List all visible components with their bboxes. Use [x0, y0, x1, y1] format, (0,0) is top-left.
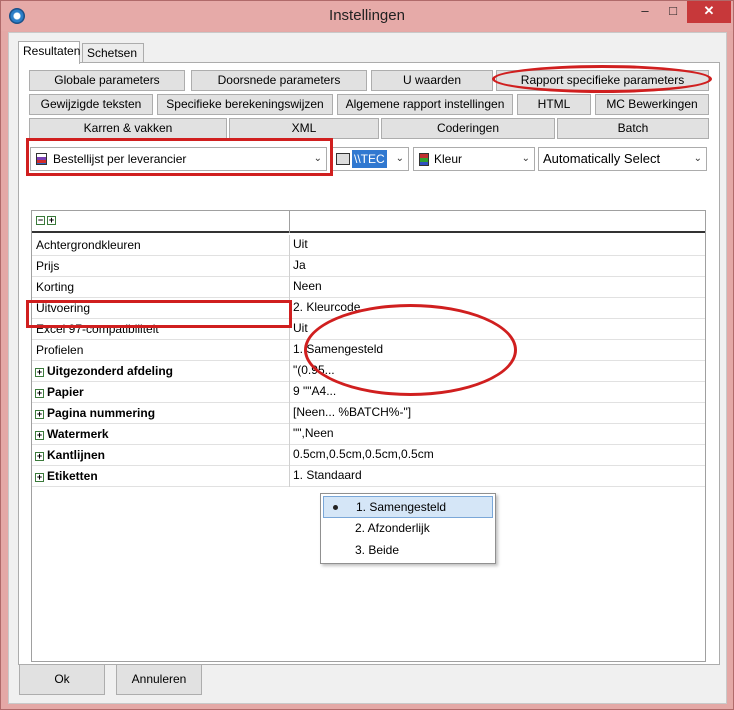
grid-group-row[interactable]: + Papier 9 ""A4...	[32, 382, 705, 403]
dropdown-option-afzonderlijk[interactable]: 2. Afzonderlijk	[323, 518, 493, 540]
collapse-all-icon[interactable]: −	[36, 216, 45, 225]
printer-select[interactable]: \\TEC ⌄	[331, 147, 409, 171]
grid-group-row[interactable]: + Pagina nummering [Neen... %BATCH%-"]	[32, 403, 705, 424]
html-button[interactable]: HTML	[517, 94, 591, 115]
grid-row[interactable]: Uitvoering 2. Kleurcode	[32, 298, 705, 319]
ok-button[interactable]: Ok	[19, 664, 105, 695]
dropdown-option-beide[interactable]: 3. Beide	[323, 540, 493, 562]
grid-row[interactable]: Prijs Ja	[32, 256, 705, 277]
report-select-value: Bestellijst per leverancier	[53, 152, 187, 166]
cancel-button[interactable]: Annuleren	[116, 664, 202, 695]
karren-vakken-button[interactable]: Karren & vakken	[29, 118, 227, 139]
profielen-dropdown-list: 1. Samengesteld 2. Afzonderlijk 3. Beide	[320, 493, 496, 564]
grid-group-row[interactable]: + Watermerk "",Neen	[32, 424, 705, 445]
row-value[interactable]: Ja	[293, 258, 698, 272]
row-key: Uitvoering	[36, 301, 91, 315]
selected-bullet-icon	[333, 505, 338, 510]
tab-panel-resultaten: Globale parameters Doorsnede parameters …	[18, 62, 720, 665]
auto-select-value: Automatically Select	[543, 151, 661, 166]
row-key: Papier	[47, 385, 84, 399]
expand-icon[interactable]: +	[35, 368, 44, 377]
title-bar: Instellingen – □ ✕	[1, 1, 733, 31]
expand-all-icon[interactable]: +	[47, 216, 56, 225]
chevron-down-icon: ⌄	[395, 153, 404, 164]
chevron-down-icon: ⌄	[521, 153, 530, 164]
specifieke-berekeningswijzen-button[interactable]: Specifieke berekeningswijzen	[157, 94, 333, 115]
grid-row-profielen[interactable]: Profielen 1. Samengesteld	[32, 340, 705, 361]
doorsnede-parameters-button[interactable]: Doorsnede parameters	[191, 70, 367, 91]
row-key: Kantlijnen	[47, 448, 106, 462]
row-key: Uitgezonderd afdeling	[47, 364, 173, 378]
row-value[interactable]: 1. Samengesteld	[293, 342, 698, 356]
chevron-down-icon: ⌄	[313, 153, 322, 164]
grid-row[interactable]: Achtergrondkleuren Uit	[32, 235, 705, 256]
auto-select[interactable]: Automatically Select ⌄	[538, 147, 707, 171]
mc-bewerkingen-button[interactable]: MC Bewerkingen	[595, 94, 709, 115]
window-title: Instellingen	[329, 7, 405, 24]
dropdown-option-samengesteld[interactable]: 1. Samengesteld	[323, 496, 493, 518]
grid-row[interactable]: Excel 97-compatibiliteit Uit	[32, 319, 705, 340]
option-label: 2. Afzonderlijk	[355, 521, 430, 535]
option-label: 3. Beide	[355, 543, 400, 557]
chevron-down-icon: ⌄	[693, 153, 702, 164]
color-select-value: Kleur	[434, 152, 463, 166]
dialog-client: Resultaten Schetsen Globale parameters D…	[8, 32, 727, 704]
settings-window: Instellingen – □ ✕ Resultaten Schetsen G…	[0, 0, 734, 710]
row-value[interactable]: 9 ""A4...	[293, 384, 698, 398]
row-key: Etiketten	[47, 469, 98, 483]
row-value[interactable]: [Neen... %BATCH%-"]	[293, 405, 698, 419]
expand-icon[interactable]: +	[35, 452, 44, 461]
coderingen-button[interactable]: Coderingen	[381, 118, 555, 139]
expand-icon[interactable]: +	[35, 431, 44, 440]
row-key: Watermerk	[47, 427, 109, 441]
grid-group-row[interactable]: + Etiketten 1. Standaard	[32, 466, 705, 487]
printer-select-value: \\TEC	[352, 150, 387, 168]
row-key: Pagina nummering	[47, 406, 156, 420]
row-key: Achtergrondkleuren	[36, 238, 141, 252]
close-button[interactable]: ✕	[687, 1, 731, 23]
column-separator	[289, 211, 290, 233]
grid-group-row[interactable]: + Uitgezonderd afdeling "(0.95...	[32, 361, 705, 382]
printer-icon	[336, 153, 350, 165]
color-icon	[419, 153, 429, 166]
tab-schetsen[interactable]: Schetsen	[82, 43, 144, 63]
tab-resultaten[interactable]: Resultaten	[18, 41, 80, 64]
grid-group-row[interactable]: + Kantlijnen 0.5cm,0.5cm,0.5cm,0.5cm	[32, 445, 705, 466]
report-select[interactable]: Bestellijst per leverancier ⌄	[30, 147, 327, 171]
maximize-button[interactable]: □	[659, 1, 687, 23]
row-value[interactable]: 2. Kleurcode	[293, 300, 698, 314]
grid-row[interactable]: Korting Neen	[32, 277, 705, 298]
u-waarden-button[interactable]: U waarden	[371, 70, 493, 91]
row-key: Prijs	[36, 259, 60, 273]
minimize-button[interactable]: –	[631, 1, 659, 23]
option-label: 1. Samengesteld	[356, 500, 447, 514]
row-value[interactable]: 1. Standaard	[293, 468, 698, 482]
gewijzigde-teksten-button[interactable]: Gewijzigde teksten	[29, 94, 153, 115]
row-value[interactable]: "",Neen	[293, 426, 698, 440]
expand-icon[interactable]: +	[35, 389, 44, 398]
row-key: Profielen	[36, 343, 84, 357]
row-value[interactable]: Neen	[293, 279, 698, 293]
row-key: Korting	[36, 280, 75, 294]
expand-icon[interactable]: +	[35, 410, 44, 419]
row-value[interactable]: 0.5cm,0.5cm,0.5cm,0.5cm	[293, 447, 698, 461]
color-select[interactable]: Kleur ⌄	[413, 147, 535, 171]
row-value[interactable]: Uit	[293, 321, 698, 335]
property-grid: − + Achtergrondkleuren Uit Prijs Ja Kortin…	[31, 210, 706, 662]
batch-button[interactable]: Batch	[557, 118, 709, 139]
report-icon	[36, 153, 47, 165]
row-value[interactable]: Uit	[293, 237, 698, 251]
grid-header: − +	[32, 211, 705, 233]
row-value[interactable]: "(0.95...	[293, 363, 698, 377]
algemene-rapport-instellingen-button[interactable]: Algemene rapport instellingen	[337, 94, 513, 115]
xml-button[interactable]: XML	[229, 118, 379, 139]
row-key: Excel 97-compatibiliteit	[36, 322, 159, 336]
expand-icon[interactable]: +	[35, 473, 44, 482]
globale-parameters-button[interactable]: Globale parameters	[29, 70, 185, 91]
rapport-specifieke-parameters-button[interactable]: Rapport specifieke parameters	[496, 70, 709, 91]
